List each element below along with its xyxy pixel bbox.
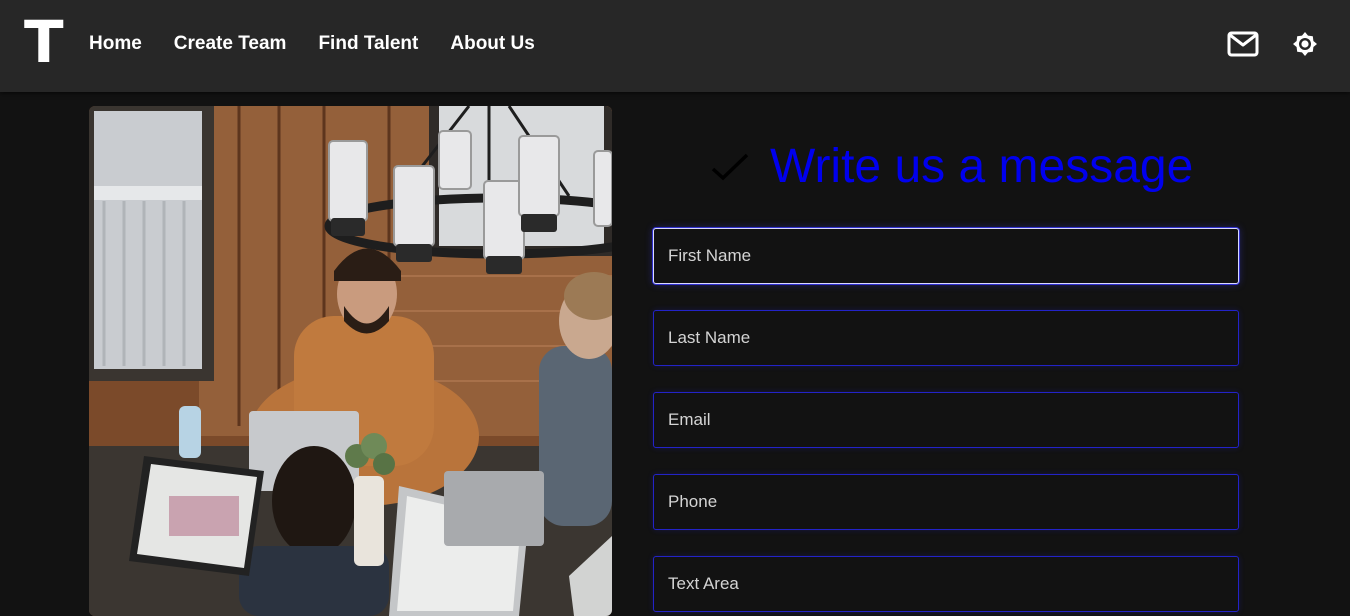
nav-link-about-us[interactable]: About Us bbox=[450, 31, 534, 57]
brightness-icon[interactable] bbox=[1289, 28, 1321, 60]
nav-link-home[interactable]: Home bbox=[89, 31, 142, 57]
top-navbar: T Home Create Team Find Talent About Us bbox=[0, 0, 1350, 92]
mail-icon[interactable] bbox=[1227, 28, 1259, 60]
email-input[interactable] bbox=[654, 393, 1238, 447]
check-icon bbox=[711, 153, 749, 181]
phone-input[interactable] bbox=[654, 475, 1238, 529]
text-area-field[interactable] bbox=[653, 556, 1239, 612]
first-name-input[interactable] bbox=[654, 229, 1238, 283]
form-title-text: Write us a message bbox=[770, 140, 1194, 193]
first-name-field[interactable] bbox=[653, 228, 1239, 284]
email-field[interactable] bbox=[653, 392, 1239, 448]
logo[interactable]: T bbox=[24, 13, 64, 71]
phone-field[interactable] bbox=[653, 474, 1239, 530]
last-name-field[interactable] bbox=[653, 310, 1239, 366]
last-name-input[interactable] bbox=[654, 311, 1238, 365]
team-photo bbox=[89, 106, 612, 616]
nav-link-find-talent[interactable]: Find Talent bbox=[318, 31, 418, 57]
nav-link-create-team[interactable]: Create Team bbox=[174, 31, 287, 57]
nav-links: Home Create Team Find Talent About Us bbox=[89, 31, 535, 57]
form-title: Write us a message bbox=[710, 138, 1193, 196]
